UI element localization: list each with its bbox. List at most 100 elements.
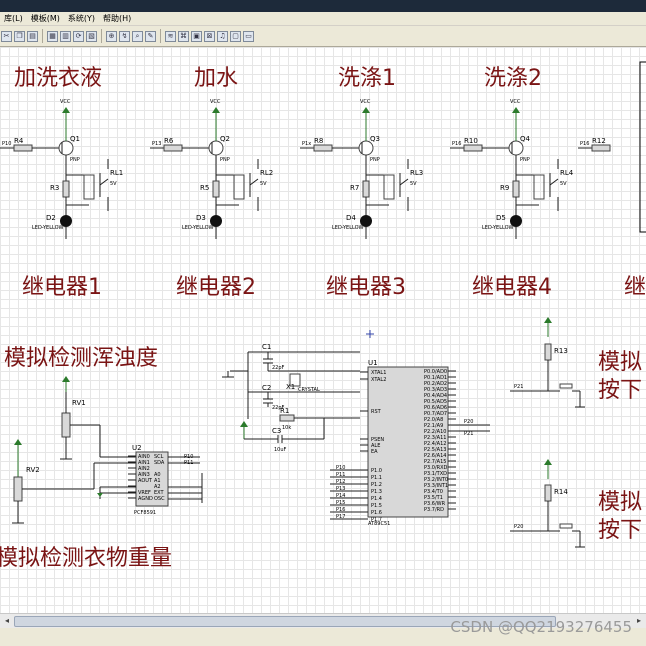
label-relay5-partial: 继	[624, 275, 646, 300]
title-add-detergent: 加洗衣液	[14, 66, 102, 91]
resistor-label: R6	[164, 137, 174, 145]
vcc-label: VCC	[360, 99, 371, 105]
mcu-at89c51[interactable]: U1 AT89C51 XTAL1XTAL2RSTPSENALEEAP1.0P1.…	[330, 359, 490, 527]
zoom-icon[interactable]: ⊕	[106, 30, 117, 42]
adc-chip-u2[interactable]: U2 PCF8591 AIN0AIN1AIN2AIN3AOUTVREFAGND …	[97, 444, 203, 516]
x1-label: X1	[286, 383, 295, 391]
design-explorer-icon[interactable]: ⌘	[178, 30, 189, 42]
label-relay2: 继电器2	[176, 275, 256, 300]
led-label: D5	[496, 214, 506, 222]
resistor	[62, 180, 70, 198]
sense-resistor-label: R9	[500, 184, 509, 192]
relay-driver-block[interactable]: P16 R10 Q4 PNP VCC R9 D5 LED-YELLOW RL4 5V	[450, 99, 574, 239]
button-circuit-a[interactable]: R13 P21	[510, 317, 585, 408]
wire-autoroute-icon[interactable]: ↯	[119, 30, 130, 42]
mcu-pin-label: P1.5	[371, 503, 382, 509]
menu-bar: 库(L) 模板(M) 系统(Y) 帮助(H)	[0, 12, 646, 26]
block-copy-icon[interactable]: ▦	[47, 30, 58, 42]
title-sim-a: 模拟	[598, 350, 642, 375]
new-sheet-icon[interactable]: ▣	[191, 30, 202, 42]
mcu-pin-label: P1.3	[371, 489, 382, 495]
r1-label: R1	[280, 407, 289, 415]
cursor-crosshair-icon	[366, 330, 374, 338]
mcu-left-nets: P10P11P12P13P14P15P16P17	[330, 465, 360, 520]
led-label: D2	[46, 214, 56, 222]
potentiometer-rv2[interactable]: RV2	[12, 439, 136, 524]
relay-label: RL2	[260, 169, 273, 177]
relay-driver-block[interactable]: P1x R8 Q3 PNP VCC R7 D4 LED-YELLOW RL3 5V	[300, 99, 423, 239]
base-net-label: P16	[580, 141, 589, 147]
mcu-pin-label: RST	[371, 409, 382, 415]
title-sim-b: 模拟	[598, 490, 642, 515]
menu-system[interactable]: 系统(Y)	[64, 12, 99, 25]
label-relay4: 继电器4	[472, 275, 552, 300]
pnp-label: PNP	[520, 157, 530, 163]
resistor	[463, 144, 483, 152]
led-type-label: LED-YELLOW	[482, 225, 514, 231]
relay-voltage-label: 5V	[410, 181, 417, 187]
scroll-left-icon[interactable]: ◂	[1, 615, 13, 627]
base-net-label: P16	[452, 141, 461, 147]
u2-part: PCF8591	[134, 510, 156, 516]
relay-driver-block[interactable]: P10 R4 Q1 PNP VCC R3 D2 LED-YELLOW RL1 5V	[0, 99, 123, 239]
relay-label: RL1	[110, 169, 123, 177]
base-net-label: P13	[152, 141, 161, 147]
net-p20: P20	[464, 419, 473, 425]
mcu-pin-label: P1.2	[371, 482, 382, 488]
block-delete-icon[interactable]: ▧	[86, 30, 97, 42]
resistor	[13, 144, 33, 152]
schematic-drawing: 加洗衣液 加水 洗涤1 洗涤2 P10 R4 Q1PNPVCCR3D2LED-YEL…	[0, 61, 646, 571]
c3-label: C3	[272, 427, 281, 435]
netlist-transfer-icon[interactable]: ▭	[243, 30, 254, 42]
btn-a-net: P21	[514, 384, 523, 390]
mcu-net-label: P15	[336, 500, 345, 506]
paste-icon[interactable]: ▤	[27, 30, 38, 42]
relay-coil	[233, 174, 245, 200]
mcu-pin-label: P1.6	[371, 510, 382, 516]
button-circuit-b[interactable]: R14 P20	[510, 459, 585, 548]
sense-resistor-label: R5	[200, 184, 209, 192]
schematic-canvas[interactable]: 加洗衣液 加水 洗涤1 洗涤2 P10 R4 Q1 PNP VCC R3 D2 LED-YEL…	[0, 47, 646, 613]
copy-icon[interactable]: ❐	[14, 30, 25, 42]
erc-icon[interactable]: ▢	[230, 30, 241, 42]
led-label: D4	[346, 214, 356, 222]
title-sim-weight: 模拟检测衣物重量	[0, 546, 172, 571]
relay-driver-block[interactable]: P13 R6 Q2 PNP VCC R5 D3 LED-YELLOW RL2 5V	[150, 99, 273, 239]
resistor	[512, 180, 520, 198]
relay-driver-row: P10 R4 Q1PNPVCCR3D2LED-YELLOWRL15VP13 R6 Q2P…	[0, 99, 611, 239]
relay-driver-block[interactable]: P16 R12	[578, 137, 611, 152]
remove-sheet-icon[interactable]: ⊠	[204, 30, 215, 42]
power-arrow-icon	[14, 439, 22, 445]
menu-library[interactable]: 库(L)	[0, 12, 27, 25]
menu-template[interactable]: 模板(M)	[27, 12, 64, 25]
relay-voltage-label: 5V	[110, 181, 117, 187]
transistor-label: Q1	[70, 135, 80, 143]
toolbar-separator	[101, 29, 102, 43]
r13-label: R13	[554, 347, 568, 355]
menu-help[interactable]: 帮助(H)	[99, 12, 135, 25]
relay-label: RL4	[560, 169, 574, 177]
base-net-label: P1x	[302, 141, 311, 147]
ground-icon	[97, 493, 103, 497]
block-move-icon[interactable]: ▥	[60, 30, 71, 42]
transistor-label: Q2	[220, 135, 230, 143]
rv2-label: RV2	[26, 466, 40, 474]
rv1-label: RV1	[72, 399, 86, 407]
property-tool-icon[interactable]: ✎	[145, 30, 156, 42]
search-icon[interactable]: ⌕	[132, 30, 143, 42]
mcu-net-label: P11	[336, 472, 345, 478]
resistor	[163, 144, 183, 152]
block-rotate-icon[interactable]: ⟳	[73, 30, 84, 42]
adc-left-pins: AIN0AIN1AIN2AIN3AOUTVREFAGND	[128, 454, 153, 502]
mcu-pin-label: P1.1	[371, 475, 382, 481]
power-arrow-icon	[544, 459, 552, 465]
potentiometer-rv1[interactable]: RV1	[60, 376, 136, 460]
cut-icon[interactable]: ✂	[1, 30, 12, 42]
title-press-a: 按下	[598, 378, 642, 403]
bom-icon[interactable]: ♫	[217, 30, 228, 42]
base-net-label: P10	[2, 141, 11, 147]
scroll-right-icon[interactable]: ▸	[633, 615, 645, 627]
netlist-icon[interactable]: ≋	[165, 30, 176, 42]
r1-value: 10k	[282, 425, 291, 431]
power-arrow-icon	[62, 107, 70, 113]
